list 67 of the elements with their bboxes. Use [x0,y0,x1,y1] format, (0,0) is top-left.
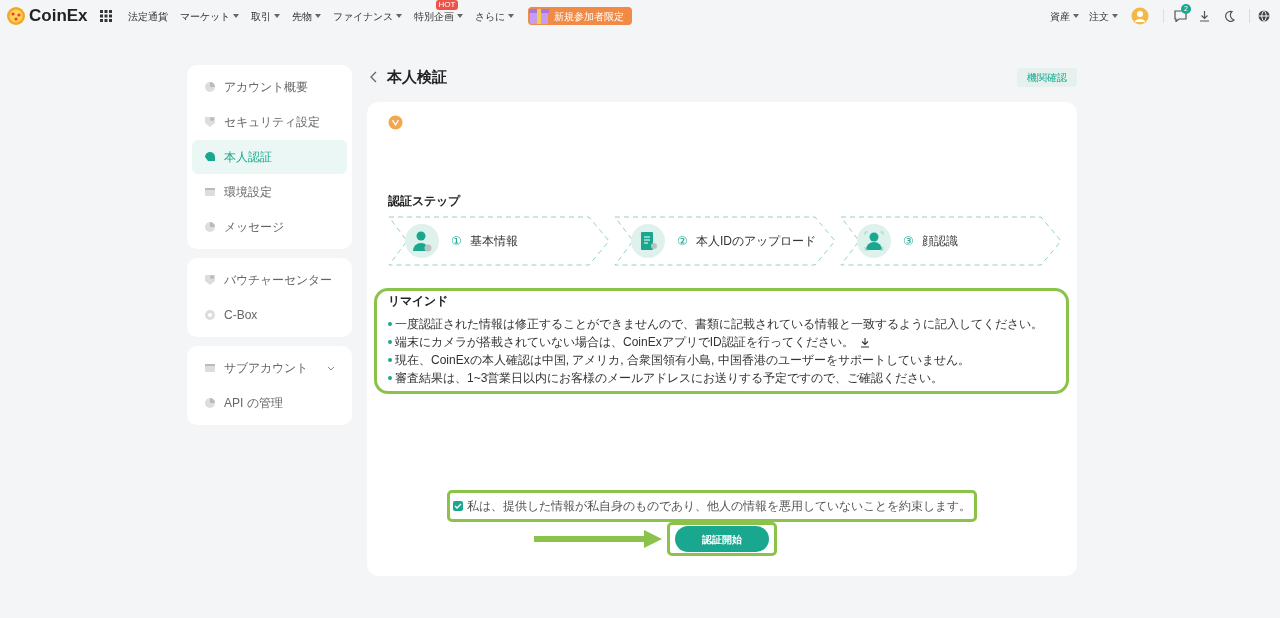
nav-menu-item[interactable]: マーケット [173,6,245,26]
avatar-icon [1131,7,1149,25]
reminder-text: 一度認証された情報は修正することができませんので、書類に記載されている情報と一致するように記入してください。 [395,316,1043,332]
step-number: ① [451,233,462,250]
caret-icon [1112,14,1118,18]
sidebar-item[interactable]: セキュリティ設定 [192,105,347,139]
step-label: 顔認識 [922,233,958,250]
menu-item-icon [204,274,216,286]
pizza-logo-icon [6,6,26,26]
step-number: ③ [903,233,914,250]
chat-icon [1174,10,1187,22]
caret-icon [1073,14,1079,18]
bullet-dot-icon [388,322,392,326]
sidebar-item[interactable]: サブアカウント [192,351,347,385]
sidebar-item[interactable]: C-Box [192,298,347,332]
nav-menu-item[interactable]: さらに [468,6,520,26]
globe-icon [1258,10,1270,22]
chat-bubble-icon [204,151,216,163]
section-heading: リマインド [388,293,449,310]
sidebar-item[interactable]: API の管理 [192,386,347,420]
nav-menu-item[interactable]: 取引 [244,6,286,26]
caret-icon [395,14,402,18]
menu-item-icon [204,221,216,233]
sidebar-item[interactable]: アカウント概要 [192,70,347,104]
nav-menu-item[interactable]: ファイナンス [326,6,408,26]
checkbox[interactable] [453,501,463,511]
chevron-down-icon [327,365,335,371]
caret-icon [273,14,280,18]
agreement-text: 私は、提供した情報が私自身のものであり、他人の情報を悪用していないことを約束します。 [467,498,971,515]
sidebar-item[interactable]: 環境設定 [192,175,347,209]
menu-item-icon [204,362,216,374]
bullet-dot-icon [388,376,392,380]
bullet-dot-icon [388,340,392,344]
nav-menu-item[interactable]: 法定通貨 [121,6,174,26]
page-title: 本人検証 [387,66,447,87]
reminder-text: 端末にカメラが搭載されていない場合は、CoinExアプリでID認証を行ってください。 [395,334,854,350]
step-label: 本人IDのアップロード [696,233,816,250]
nav-menu-item[interactable]: 注文 [1084,8,1123,24]
person-step-icon [405,224,439,258]
nav-menu-item[interactable]: 資産 [1045,8,1084,24]
caret-icon [314,14,321,18]
step-label: 基本情報 [470,233,518,250]
menu-item-icon [204,186,216,198]
reminder-text: 現在、CoinExの本人確認は中国, アメリカ, 合衆国領有小島, 中国香港のユーザーをサポートしていません。 [395,352,970,368]
reminder-text: 審査結果は、1~3営業日以内にお客様のメールアドレスにお送りする予定ですので、ご確認ください。 [395,370,944,386]
menu-item-icon [204,397,216,409]
document-step-icon [631,224,665,258]
caret-icon [456,14,463,18]
level-badge-icon [388,115,403,130]
step-number: ② [677,233,688,250]
logo-text[interactable]: CoinEx [29,3,88,29]
face-step-icon [857,224,891,258]
menu-item-icon [204,309,216,321]
sidebar-item[interactable]: メッセージ [192,210,347,244]
download-icon [859,336,870,348]
nav-menu-item[interactable]: 先物 [285,6,327,26]
menu-item-icon [204,116,216,128]
hot-badge: HOT [435,0,459,10]
grid-menu-icon [99,10,112,22]
section-heading: 認証ステップ [388,193,462,210]
caret-icon [507,14,514,18]
download-icon [1199,10,1210,22]
menu-item-icon [204,81,216,93]
bullet-dot-icon [388,358,392,362]
moon-icon [1224,10,1235,22]
sidebar-item[interactable]: バウチャーセンター [192,263,347,297]
caret-icon [232,14,239,18]
